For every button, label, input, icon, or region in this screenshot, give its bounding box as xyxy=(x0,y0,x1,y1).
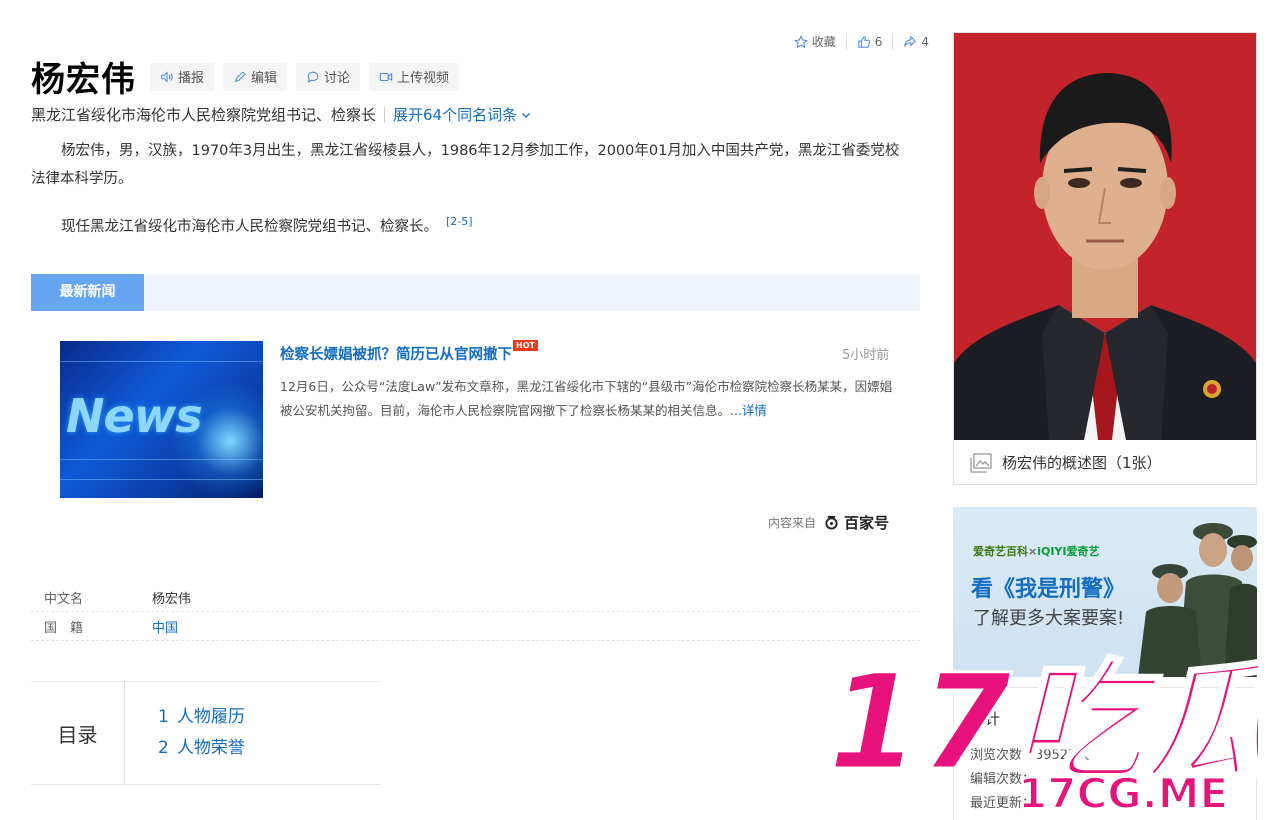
upload-video-label: 上传视频 xyxy=(397,71,450,86)
info-value-link[interactable]: 中国 xyxy=(152,617,178,636)
play-button[interactable]: 播报 xyxy=(150,62,215,91)
news-description: 12月6日，公众号“法度Law”发布文章称，黑龙江省绥化市下辖的“县级市”海伦市… xyxy=(280,375,900,423)
promo-logo-x: × xyxy=(1028,545,1038,558)
promo-logo-left: 爱奇艺百科 xyxy=(973,545,1028,558)
collect-button[interactable]: 收藏 xyxy=(784,33,846,50)
main-content: 收藏 6 4 杨宏伟 播报 编辑 讨论 上传视频 黑龙江省绥化市海伦市人民检察院… xyxy=(31,0,929,820)
toc-item[interactable]: 2 人物荣誉 xyxy=(158,733,245,764)
speaker-icon xyxy=(161,70,173,83)
like-button[interactable]: 6 xyxy=(847,35,893,49)
play-label: 播报 xyxy=(178,71,205,86)
share-button[interactable]: 4 xyxy=(893,35,939,49)
expand-homonyms-label: 展开64个同名词条 xyxy=(393,106,518,124)
baijiahao-logo-icon xyxy=(825,515,838,530)
summary-paragraph-1: 杨宏伟，男，汉族，1970年3月出生，黑龙江省绥棱县人，1986年12月参加工作… xyxy=(31,143,900,187)
portrait-illustration xyxy=(954,33,1256,440)
share-icon xyxy=(904,34,917,47)
discuss-button[interactable]: 讨论 xyxy=(296,62,361,91)
toc-item-label: 人物荣誉 xyxy=(176,738,245,758)
toc-item[interactable]: 1 人物履历 xyxy=(158,702,245,733)
thumbnail-line xyxy=(60,479,263,480)
info-key: 国 籍 xyxy=(44,620,84,636)
watermark-small-text: 17CG.ME xyxy=(1018,769,1228,815)
divider xyxy=(384,106,386,123)
news-item-title[interactable]: 检察长嫖娼被抓？简历已从官网撤下 HOT xyxy=(280,340,538,364)
basic-info-row: 中文名 杨宏伟 xyxy=(31,583,920,612)
photo-caption-text: 杨宏伟的概述图（1张） xyxy=(1002,454,1162,472)
site-watermark-logo: 17吃瓜 17CG.ME xyxy=(828,650,1258,815)
video-camera-icon xyxy=(379,72,393,81)
promo-logo-right: iQIYI爱奇艺 xyxy=(1037,545,1100,558)
baijiahao-label: 百家号 xyxy=(844,514,890,532)
source-prefix: 内容来自 xyxy=(768,516,817,530)
top-actions: 收藏 6 4 xyxy=(784,33,939,50)
news-description-text: 12月6日，公众号“法度Law”发布文章称，黑龙江省绥化市下辖的“县级市”海伦市… xyxy=(280,379,893,418)
news-thumbnail[interactable]: News xyxy=(60,341,263,498)
info-key: 中文名 xyxy=(44,591,84,607)
toc-item-number: 1 xyxy=(158,707,169,727)
news-header: 最新新闻 xyxy=(31,274,920,311)
collect-label: 收藏 xyxy=(811,35,836,49)
summary-paragraph-2-text: 现任黑龙江省绥化市海伦市人民检察院党组书记、检察长。 xyxy=(61,218,438,235)
tab-latest-news[interactable]: 最新新闻 xyxy=(31,274,144,311)
page-title: 杨宏伟 xyxy=(31,60,136,100)
summary-paragraph-2: 现任黑龙江省绥化市海伦市人民检察院党组书记、检察长。 [2-5] xyxy=(31,208,911,241)
subtitle-text: 黑龙江省绥化市海伦市人民检察院党组书记、检察长 xyxy=(31,106,377,124)
thumbnail-line xyxy=(60,459,263,460)
title-row: 杨宏伟 播报 编辑 讨论 上传视频 xyxy=(31,52,468,101)
promo-headline: 看《我是刑警》 xyxy=(971,577,1126,602)
like-count: 6 xyxy=(874,34,883,49)
table-of-contents: 目录 1 人物履历 2 人物荣誉 xyxy=(31,681,381,785)
star-icon xyxy=(793,34,808,48)
promo-subline: 了解更多大案要案! xyxy=(973,608,1125,629)
expand-homonyms-link[interactable]: 展开64个同名词条 xyxy=(393,104,531,125)
news-source: 内容来自 百家号 xyxy=(768,512,889,533)
discuss-label: 讨论 xyxy=(324,71,351,86)
chat-bubble-icon xyxy=(307,71,319,83)
toc-item-label: 人物履历 xyxy=(176,707,245,727)
basic-info-row: 国 籍 中国 xyxy=(31,612,920,641)
toc-items: 1 人物履历 2 人物荣誉 xyxy=(125,682,245,784)
promo-logos: 爱奇艺百科×iQIYI爱奇艺 xyxy=(973,543,1100,559)
info-value: 杨宏伟 xyxy=(152,591,192,607)
hot-badge: HOT xyxy=(513,340,538,351)
portrait-photo[interactable] xyxy=(954,33,1256,440)
share-count: 4 xyxy=(921,34,929,49)
thumbnail-line xyxy=(60,361,263,362)
baijiahao-brand[interactable]: 百家号 xyxy=(824,512,889,533)
toc-item-number: 2 xyxy=(158,738,169,758)
upload-video-button[interactable]: 上传视频 xyxy=(369,62,460,91)
news-more-link[interactable]: ...详情 xyxy=(730,403,767,418)
sidebar: 杨宏伟的概述图（1张） 爱奇艺百科×iQIYI爱奇艺 看《我是刑警》 了解更多大… xyxy=(953,32,1257,820)
pencil-icon xyxy=(234,70,246,82)
news-title-text: 检察长嫖娼被抓？简历已从官网撤下 xyxy=(280,347,512,363)
news-time: 5小时前 xyxy=(842,348,890,363)
chevron-down-icon xyxy=(522,112,531,118)
thumbnail-news-text: News xyxy=(66,389,203,443)
lemma-subtitle: 黑龙江省绥化市海伦市人民检察院党组书记、检察长 展开64个同名词条 xyxy=(31,104,531,125)
gallery-icon xyxy=(970,452,992,473)
summary-picture-card[interactable]: 杨宏伟的概述图（1张） xyxy=(953,32,1257,485)
edit-button[interactable]: 编辑 xyxy=(223,62,288,91)
photo-caption[interactable]: 杨宏伟的概述图（1张） xyxy=(954,440,1256,485)
thumbs-up-icon xyxy=(857,35,870,48)
toc-label: 目录 xyxy=(31,682,125,784)
reference-link[interactable]: [2-5] xyxy=(446,215,473,228)
edit-label: 编辑 xyxy=(251,71,278,86)
basic-info-table: 中文名 杨宏伟 国 籍 中国 xyxy=(31,583,920,641)
